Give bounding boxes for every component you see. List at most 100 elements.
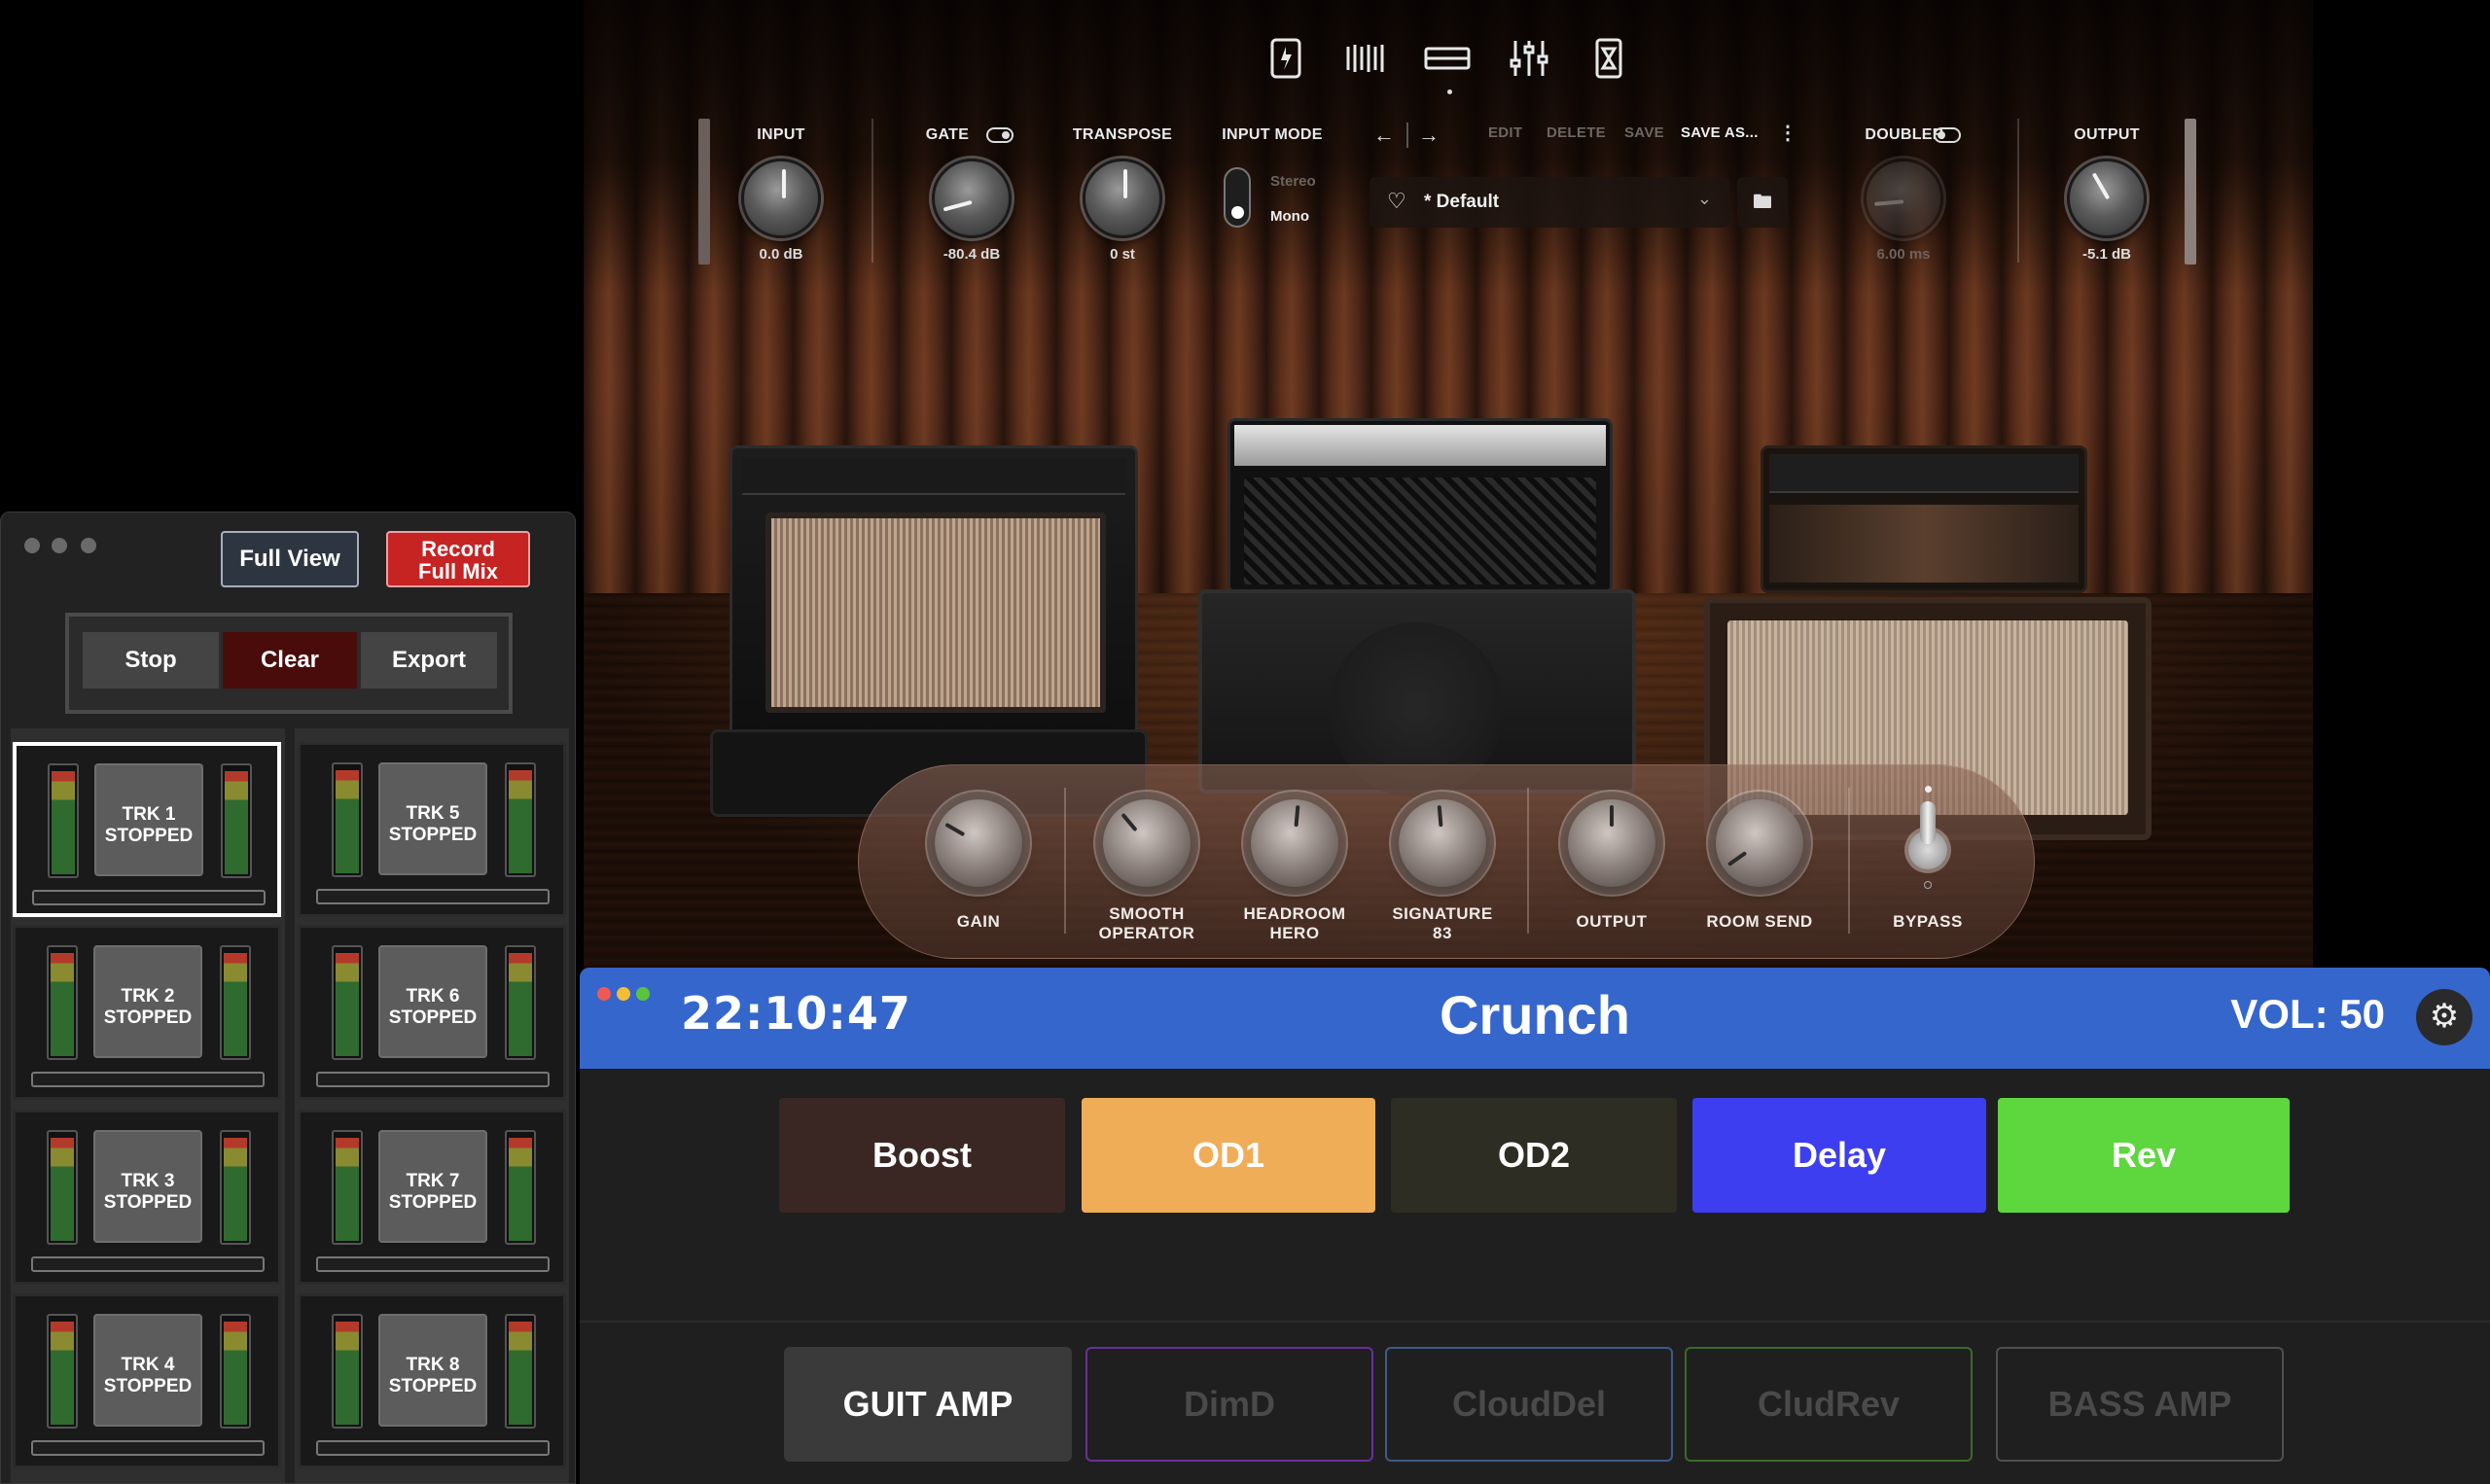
signature-83-amp[interactable] bbox=[1761, 445, 2087, 593]
fx-delay-button[interactable]: Delay bbox=[1692, 1098, 1986, 1213]
window-minimize-button[interactable] bbox=[52, 538, 67, 553]
output-knob[interactable] bbox=[2067, 159, 2147, 238]
track-7[interactable]: TRK 7 STOPPED bbox=[298, 1110, 566, 1285]
record-full-mix-button[interactable]: Record Full Mix bbox=[386, 531, 530, 587]
bypass-label: BYPASS bbox=[1893, 912, 1963, 931]
export-button[interactable]: Export bbox=[361, 632, 497, 689]
gain-knob[interactable] bbox=[935, 799, 1022, 887]
track-pad[interactable]: TRK 6 STOPPED bbox=[378, 945, 487, 1058]
track-meter-right bbox=[221, 763, 252, 878]
track-pad[interactable]: TRK 8 STOPPED bbox=[378, 1314, 487, 1427]
record-label-line1: Record bbox=[421, 537, 495, 561]
transpose-label: TRANSPOSE bbox=[1072, 126, 1173, 143]
strip-output-knob[interactable] bbox=[1568, 799, 1655, 887]
track-pad[interactable]: TRK 4 STOPPED bbox=[93, 1314, 202, 1427]
track-4[interactable]: TRK 4 STOPPED bbox=[13, 1293, 281, 1468]
track-pad[interactable]: TRK 2 STOPPED bbox=[93, 945, 202, 1058]
stop-button[interactable]: Stop bbox=[83, 632, 219, 689]
fx-boost-button[interactable]: Boost bbox=[779, 1098, 1065, 1213]
bypass-switch[interactable] bbox=[1899, 786, 1957, 893]
track-progress-bar bbox=[316, 1256, 550, 1272]
signature-83-label: SIGNATURE 83 bbox=[1392, 904, 1493, 942]
gate-knob[interactable] bbox=[932, 159, 1012, 238]
mixer-icon[interactable] bbox=[1508, 37, 1550, 80]
signal-chain-icon[interactable] bbox=[1344, 37, 1387, 80]
page-dimd-button[interactable]: DimD bbox=[1085, 1347, 1373, 1462]
fx-od1-button[interactable]: OD1 bbox=[1082, 1098, 1375, 1213]
save-as-button[interactable]: SAVE AS... bbox=[1681, 124, 1759, 141]
track-1[interactable]: TRK 1 STOPPED bbox=[13, 742, 281, 917]
track-meter-left bbox=[332, 762, 363, 877]
track-pad[interactable]: TRK 3 STOPPED bbox=[93, 1130, 202, 1243]
headroom-hero-knob[interactable] bbox=[1251, 799, 1338, 887]
page-clouddel-button[interactable]: CloudDel bbox=[1385, 1347, 1673, 1462]
folder-icon[interactable]: 🖿 bbox=[1737, 177, 1788, 228]
input-mode-label: INPUT MODE bbox=[1222, 126, 1323, 143]
full-view-button[interactable]: Full View bbox=[221, 531, 359, 587]
doubler-knob[interactable] bbox=[1864, 159, 1943, 238]
track-6[interactable]: TRK 6 STOPPED bbox=[298, 925, 566, 1100]
doubler-toggle[interactable] bbox=[1934, 127, 1961, 143]
signature-83-knob[interactable] bbox=[1399, 799, 1486, 887]
looper-icon[interactable] bbox=[1587, 37, 1630, 80]
edit-button[interactable]: EDIT bbox=[1488, 124, 1522, 141]
transpose-knob[interactable] bbox=[1083, 159, 1162, 238]
speaker-cabinet bbox=[1198, 589, 1636, 797]
track-progress-bar bbox=[32, 890, 266, 905]
amp-grille bbox=[765, 512, 1106, 713]
transport-bar: Stop Clear Export bbox=[65, 613, 513, 714]
smooth-operator-amp[interactable] bbox=[729, 445, 1138, 737]
input-mode-stereo[interactable]: Stereo bbox=[1270, 173, 1316, 190]
input-mode-mono[interactable]: Mono bbox=[1270, 208, 1309, 225]
track-progress-bar bbox=[31, 1072, 265, 1087]
track-meter-left bbox=[48, 763, 79, 878]
amp-plugin-window: INPUT 0.0 dB GATE -80.4 dB TRANSPOSE 0 s… bbox=[584, 0, 2313, 969]
controller-header: 22:10:47 Crunch VOL: 50 ⚙ bbox=[580, 968, 2490, 1069]
more-options-icon[interactable]: ⋮ bbox=[1778, 121, 1797, 145]
output-level-meter bbox=[2185, 119, 2196, 265]
track-8[interactable]: TRK 8 STOPPED bbox=[298, 1293, 566, 1468]
redo-arrow-icon[interactable]: → bbox=[1418, 123, 1440, 148]
gear-icon[interactable]: ⚙ bbox=[2416, 989, 2472, 1045]
active-view-indicator bbox=[1447, 89, 1452, 94]
room-send-label: ROOM SEND bbox=[1706, 912, 1813, 931]
amp-view-icon[interactable] bbox=[1424, 37, 1471, 80]
delete-button[interactable]: DELETE bbox=[1547, 124, 1606, 141]
input-label: INPUT bbox=[757, 126, 805, 143]
track-5[interactable]: TRK 5 STOPPED bbox=[298, 742, 566, 917]
window-close-button[interactable] bbox=[24, 538, 40, 553]
volume-display: VOL: 50 bbox=[2230, 991, 2385, 1037]
window-zoom-button[interactable] bbox=[81, 538, 96, 553]
track-3[interactable]: TRK 3 STOPPED bbox=[13, 1110, 281, 1285]
fx-rev-button[interactable]: Rev bbox=[1998, 1098, 2290, 1213]
undo-arrow-icon[interactable]: ← bbox=[1373, 123, 1395, 148]
headroom-hero-label: HEADROOM HERO bbox=[1243, 904, 1346, 942]
preset-selector[interactable]: ♡ * Default ⌄ bbox=[1370, 177, 1729, 228]
page-guit-amp-button[interactable]: GUIT AMP bbox=[784, 1347, 1072, 1462]
gate-toggle[interactable] bbox=[986, 127, 1014, 143]
headroom-hero-amp[interactable] bbox=[1227, 418, 1613, 593]
input-value: 0.0 dB bbox=[759, 246, 803, 263]
save-button[interactable]: SAVE bbox=[1624, 124, 1664, 141]
chevron-down-icon: ⌄ bbox=[1696, 189, 1712, 208]
preset-name: * Default bbox=[1424, 192, 1500, 212]
track-pad[interactable]: TRK 1 STOPPED bbox=[94, 763, 203, 876]
record-label-line2: Full Mix bbox=[418, 559, 498, 583]
room-send-knob[interactable] bbox=[1716, 799, 1803, 887]
page-bass-amp-button[interactable]: BASS AMP bbox=[1996, 1347, 2284, 1462]
track-pad[interactable]: TRK 7 STOPPED bbox=[378, 1130, 487, 1243]
input-mode-switch[interactable] bbox=[1224, 167, 1251, 228]
track-meter-right bbox=[505, 1314, 536, 1429]
track-progress-bar bbox=[31, 1440, 265, 1456]
clear-button[interactable]: Clear bbox=[223, 632, 357, 689]
fx-od2-button[interactable]: OD2 bbox=[1391, 1098, 1677, 1213]
track-meter-left bbox=[47, 945, 78, 1060]
input-knob[interactable] bbox=[741, 159, 821, 238]
page-cludrev-button[interactable]: CludRev bbox=[1685, 1347, 1973, 1462]
controller-window: 22:10:47 Crunch VOL: 50 ⚙ Boost OD1 OD2 … bbox=[580, 968, 2490, 1484]
track-pad[interactable]: TRK 5 STOPPED bbox=[378, 762, 487, 875]
track-2[interactable]: TRK 2 STOPPED bbox=[13, 925, 281, 1100]
favorite-heart-icon[interactable]: ♡ bbox=[1387, 189, 1406, 214]
tuner-icon[interactable] bbox=[1264, 37, 1307, 80]
smooth-operator-knob[interactable] bbox=[1103, 799, 1191, 887]
